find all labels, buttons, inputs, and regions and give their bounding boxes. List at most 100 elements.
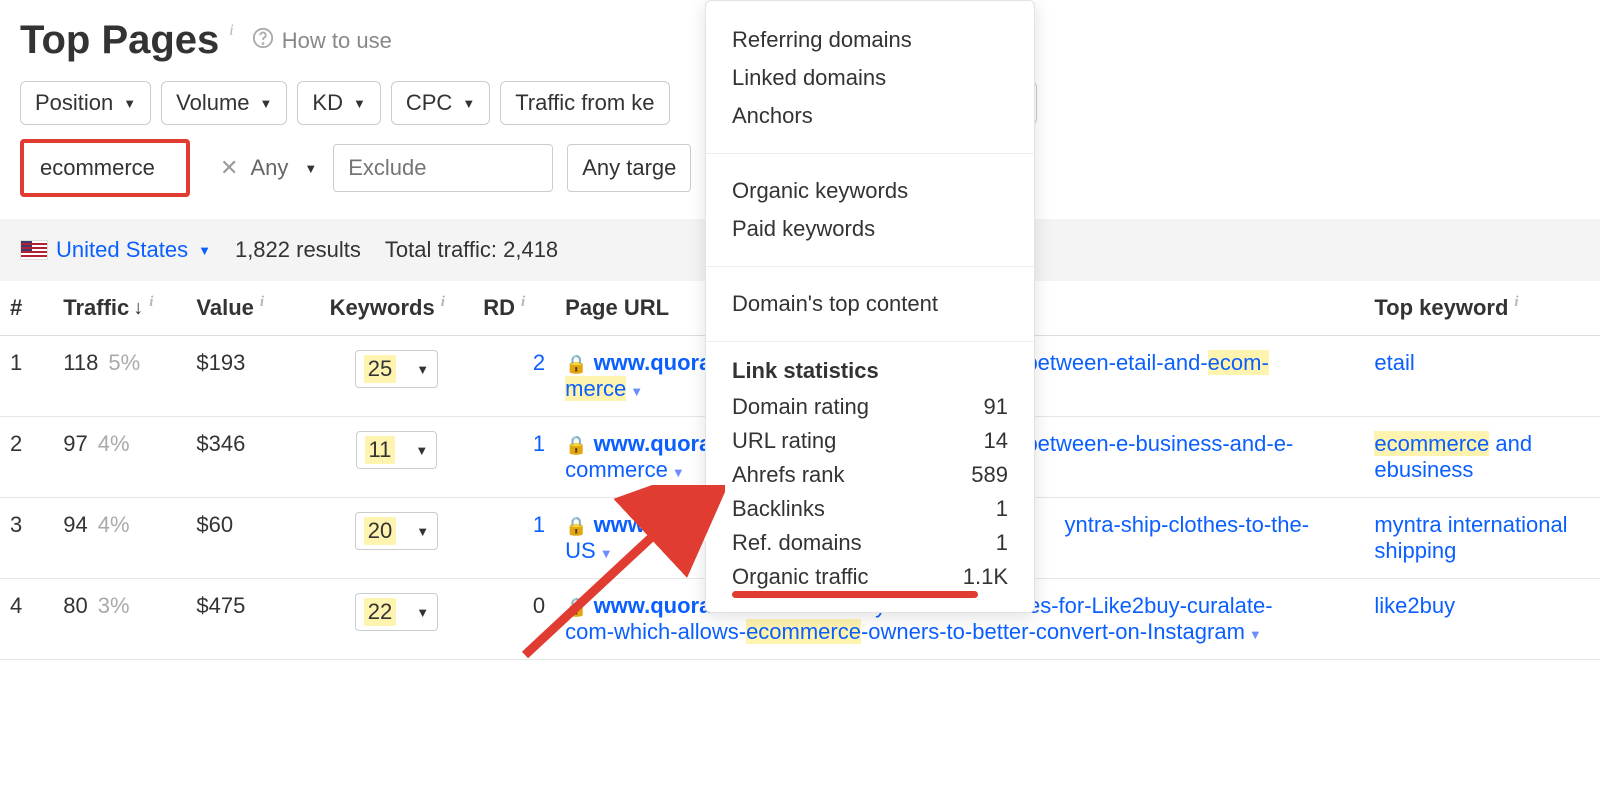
keywords-badge[interactable]: 22 ▼: [355, 593, 438, 631]
info-icon[interactable]: i: [521, 294, 525, 311]
volume-filter[interactable]: Volume ▼: [161, 81, 287, 125]
caret-down-icon: ▼: [123, 96, 136, 111]
col-keywords-label: Keywords: [330, 295, 435, 321]
caret-down-icon: ▼: [198, 243, 211, 258]
traffic-from-keywords-label: Traffic from ke: [515, 90, 654, 116]
value-cell: $60: [186, 498, 319, 579]
any-target-filter[interactable]: Any targe: [567, 144, 691, 192]
info-icon[interactable]: i: [441, 294, 445, 311]
url-line2-post: -owners-to-better-convert-on-Instagram: [861, 619, 1245, 644]
col-rd-label: RD: [483, 295, 515, 321]
url-caret-icon[interactable]: ▼: [600, 546, 613, 561]
keywords-badge[interactable]: 25 ▼: [355, 350, 438, 388]
keywords-count: 20: [364, 517, 396, 545]
keywords-count: 11: [365, 436, 396, 464]
include-keyword-input[interactable]: ecommerce: [20, 139, 190, 197]
results-count: 1,822 results: [235, 237, 361, 263]
value-cell: $346: [186, 417, 319, 498]
keywords-badge[interactable]: 11 ▼: [356, 431, 438, 469]
traffic-cell: 944%: [53, 498, 186, 579]
caret-down-icon: ▼: [416, 524, 429, 539]
value-cell: $475: [186, 579, 319, 660]
info-icon[interactable]: i: [229, 22, 233, 40]
url-caret-icon[interactable]: ▼: [672, 465, 685, 480]
any-target-label: Any targe: [582, 155, 676, 180]
top-keyword-link[interactable]: myntra international shipping: [1374, 512, 1567, 563]
traffic-pct: 4%: [98, 512, 130, 537]
col-traffic[interactable]: Traffic↓i: [53, 281, 186, 336]
popover-item-anchors[interactable]: Anchors: [732, 97, 1008, 135]
stat-backlinks: Backlinks1: [706, 492, 1034, 526]
stat-url-rating: URL rating14: [706, 424, 1034, 458]
col-top-keyword-label: Top keyword: [1374, 295, 1508, 321]
stat-organic-traffic: Organic traffic1.1K: [706, 560, 1034, 594]
rd-link[interactable]: 2: [533, 350, 545, 375]
volume-filter-label: Volume: [176, 90, 249, 116]
col-rd[interactable]: RD i: [473, 281, 555, 336]
how-to-use-link[interactable]: How to use: [282, 28, 392, 54]
top-keyword-link[interactable]: etail: [1374, 350, 1414, 375]
value-cell: $193: [186, 336, 319, 417]
kd-filter[interactable]: KD ▼: [297, 81, 380, 125]
top-keyword-link[interactable]: ecommerce and ebusiness: [1374, 431, 1532, 482]
info-icon[interactable]: i: [260, 294, 264, 311]
position-filter[interactable]: Position ▼: [20, 81, 151, 125]
popover-section-title: Link statistics: [706, 350, 1034, 390]
traffic-pct: 4%: [98, 431, 130, 456]
url-highlight: merce: [565, 376, 626, 401]
col-value-label: Value: [196, 295, 253, 321]
rd-link[interactable]: 1: [533, 512, 545, 537]
info-icon[interactable]: i: [149, 294, 153, 311]
include-keyword-value: ecommerce: [40, 155, 155, 180]
popover-pointer-icon: [696, 521, 707, 543]
cpc-filter[interactable]: CPC ▼: [391, 81, 490, 125]
url-highlight: ecommerce: [746, 619, 861, 644]
url-path: between-etail-and-: [1025, 350, 1207, 375]
keywords-count: 25: [364, 355, 396, 383]
row-number: 1: [0, 336, 53, 417]
top-keyword-link[interactable]: like2buy: [1374, 593, 1455, 618]
popover-item-top-content[interactable]: Domain's top content: [732, 285, 1008, 323]
caret-down-icon: ▼: [304, 161, 317, 176]
col-number[interactable]: #: [0, 281, 53, 336]
lock-icon: 🔒: [565, 516, 587, 536]
country-selector[interactable]: United States ▼: [20, 237, 211, 263]
keywords-count: 22: [364, 598, 396, 626]
col-traffic-label: Traffic: [63, 295, 129, 321]
col-value[interactable]: Valuei: [186, 281, 319, 336]
url-line2: commerce: [565, 457, 668, 482]
clear-include-icon[interactable]: ✕: [220, 155, 238, 181]
lock-icon: 🔒: [565, 435, 587, 455]
keywords-badge[interactable]: 20 ▼: [355, 512, 438, 550]
exclude-keyword-input[interactable]: [333, 144, 553, 192]
col-top-keyword[interactable]: Top keyword i: [1364, 281, 1600, 336]
url-domain: www.quora: [594, 431, 712, 456]
kd-filter-label: KD: [312, 90, 343, 116]
stat-ahrefs-rank: Ahrefs rank589: [706, 458, 1034, 492]
caret-down-icon: ▼: [353, 96, 366, 111]
question-circle-icon[interactable]: [252, 27, 274, 55]
popover-item-organic-keywords[interactable]: Organic keywords: [732, 172, 1008, 210]
row-number: 2: [0, 417, 53, 498]
url-domain: www.quora: [594, 350, 712, 375]
url-caret-icon[interactable]: ▼: [630, 384, 643, 399]
url-path: between-e-business-and-e-: [1025, 431, 1293, 456]
traffic-cell: 974%: [53, 417, 186, 498]
url-caret-icon[interactable]: ▼: [1249, 627, 1262, 642]
info-icon[interactable]: i: [1514, 294, 1518, 311]
rd-link[interactable]: 1: [533, 431, 545, 456]
cpc-filter-label: CPC: [406, 90, 452, 116]
col-keywords[interactable]: Keywords i: [320, 281, 474, 336]
stat-domain-rating: Domain rating91: [706, 390, 1034, 424]
caret-down-icon: ▼: [415, 443, 428, 458]
popover-item-paid-keywords[interactable]: Paid keywords: [732, 210, 1008, 248]
popover-item-referring-domains[interactable]: Referring domains: [732, 21, 1008, 59]
position-filter-label: Position: [35, 90, 113, 116]
match-mode-label[interactable]: Any: [250, 155, 288, 181]
traffic-from-keywords-filter[interactable]: Traffic from ke: [500, 81, 669, 125]
popover-item-linked-domains[interactable]: Linked domains: [732, 59, 1008, 97]
caret-down-icon: ▼: [416, 362, 429, 377]
traffic-cell: 1185%: [53, 336, 186, 417]
lock-icon: 🔒: [565, 597, 587, 617]
url-highlight: ecom-: [1208, 350, 1269, 375]
